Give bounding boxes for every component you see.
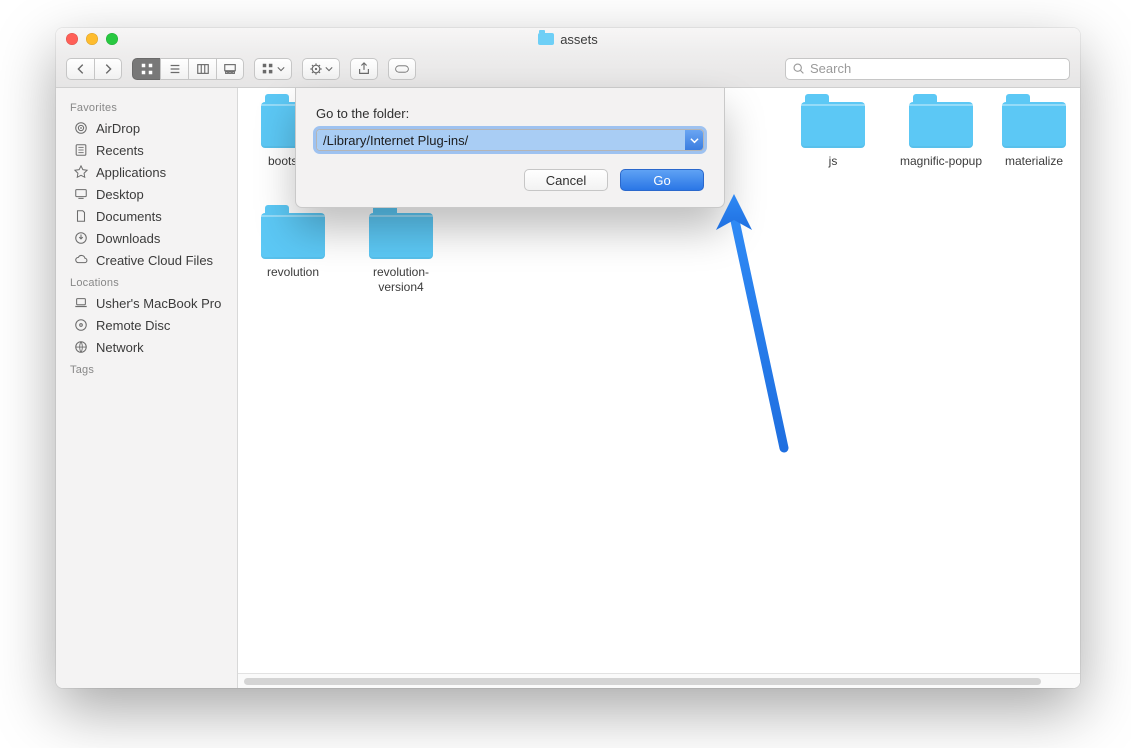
sidebar-item-documents[interactable]: Documents (56, 205, 237, 227)
minimize-window-button[interactable] (86, 33, 98, 45)
network-icon (73, 340, 89, 354)
sidebar-item-remote-disc[interactable]: Remote Disc (56, 314, 237, 336)
disc-icon (73, 318, 89, 332)
folder-icon (801, 102, 865, 148)
search-icon (792, 62, 805, 75)
action-menu-button[interactable] (302, 58, 340, 80)
scrollbar-thumb[interactable] (244, 678, 1041, 685)
view-gallery-button[interactable] (216, 58, 244, 80)
file-label: revolution (267, 265, 319, 280)
folder-path-combo[interactable] (316, 129, 704, 151)
sidebar: Favorites AirDrop Recents Applications D… (56, 88, 238, 688)
view-icons-button[interactable] (132, 58, 160, 80)
cancel-button[interactable]: Cancel (524, 169, 608, 191)
cloud-icon (73, 253, 89, 267)
group-by-button[interactable] (254, 58, 292, 80)
downloads-icon (73, 231, 89, 245)
close-window-button[interactable] (66, 33, 78, 45)
window-title-text: assets (560, 32, 598, 47)
folder-item[interactable]: revolution (248, 213, 338, 295)
search-field[interactable]: Search (785, 58, 1070, 80)
file-label: js (829, 154, 838, 169)
folder-icon (369, 213, 433, 259)
window-title: assets (56, 28, 1080, 50)
toolbar: Search (56, 50, 1080, 88)
tags-button[interactable] (388, 58, 416, 80)
sidebar-item-desktop[interactable]: Desktop (56, 183, 237, 205)
view-list-button[interactable] (160, 58, 188, 80)
titlebar: assets (56, 28, 1080, 50)
nav-buttons (66, 58, 122, 80)
chevron-down-icon (690, 136, 699, 145)
sidebar-item-applications[interactable]: Applications (56, 161, 237, 183)
back-button[interactable] (66, 58, 94, 80)
sidebar-section-locations: Locations (56, 271, 237, 292)
applications-icon (73, 165, 89, 179)
sidebar-item-label: Downloads (96, 231, 160, 246)
folder-item[interactable]: js (788, 102, 878, 169)
folder-item[interactable]: magnific-popup (896, 102, 986, 169)
folder-icon (909, 102, 973, 148)
go-to-folder-dialog: Go to the folder: Cancel Go (295, 88, 725, 208)
sidebar-item-label: Creative Cloud Files (96, 253, 213, 268)
file-label: magnific-popup (900, 154, 982, 169)
sidebar-item-macbook[interactable]: Usher's MacBook Pro (56, 292, 237, 314)
folder-item[interactable]: materialize (1004, 102, 1064, 169)
share-button[interactable] (350, 58, 378, 80)
traffic-lights (66, 33, 118, 45)
sidebar-item-creative-cloud[interactable]: Creative Cloud Files (56, 249, 237, 271)
desktop-icon (73, 187, 89, 201)
folder-icon (1002, 102, 1066, 148)
sidebar-item-label: Documents (96, 209, 162, 224)
sidebar-item-recents[interactable]: Recents (56, 139, 237, 161)
sidebar-item-label: Remote Disc (96, 318, 170, 333)
file-label: materialize (1005, 154, 1063, 169)
sidebar-item-airdrop[interactable]: AirDrop (56, 117, 237, 139)
dropdown-toggle[interactable] (685, 130, 703, 150)
view-columns-button[interactable] (188, 58, 216, 80)
sidebar-item-downloads[interactable]: Downloads (56, 227, 237, 249)
horizontal-scrollbar[interactable] (238, 673, 1080, 688)
sidebar-item-label: Usher's MacBook Pro (96, 296, 221, 311)
folder-icon (261, 213, 325, 259)
forward-button[interactable] (94, 58, 122, 80)
dialog-label: Go to the folder: (316, 106, 704, 121)
recents-icon (73, 143, 89, 157)
sidebar-item-label: AirDrop (96, 121, 140, 136)
sidebar-item-label: Recents (96, 143, 144, 158)
sidebar-section-favorites: Favorites (56, 96, 237, 117)
search-placeholder: Search (810, 61, 851, 76)
sidebar-item-label: Network (96, 340, 144, 355)
sidebar-section-tags: Tags (56, 358, 237, 379)
folder-icon (538, 33, 554, 45)
sidebar-item-label: Applications (96, 165, 166, 180)
folder-path-input[interactable] (317, 130, 685, 150)
zoom-window-button[interactable] (106, 33, 118, 45)
airdrop-icon (73, 121, 89, 135)
documents-icon (73, 209, 89, 223)
file-label: revolution-version4 (356, 265, 446, 295)
folder-item[interactable]: revolution-version4 (356, 213, 446, 295)
sidebar-item-network[interactable]: Network (56, 336, 237, 358)
go-button[interactable]: Go (620, 169, 704, 191)
sidebar-item-label: Desktop (96, 187, 144, 202)
view-mode-buttons (132, 58, 244, 80)
laptop-icon (73, 296, 89, 310)
dialog-buttons: Cancel Go (316, 169, 704, 191)
